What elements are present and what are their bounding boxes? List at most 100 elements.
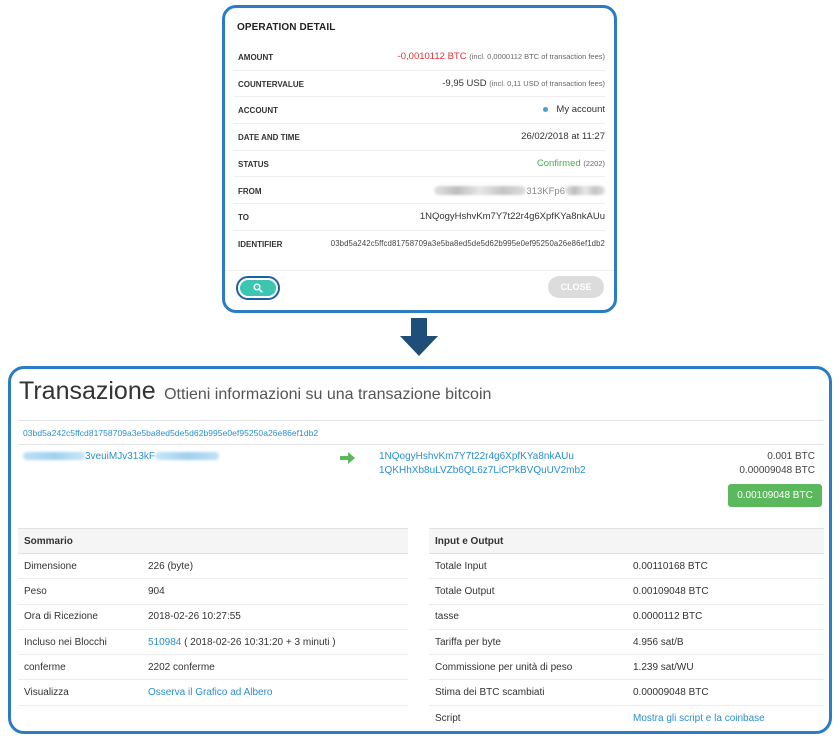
summary-table: Sommario Dimensione 226 (byte) Peso 904 … <box>18 528 408 706</box>
io-value: 0.00110168 BTC <box>627 553 824 580</box>
io-key: Totale Output <box>429 578 627 605</box>
output-address-1[interactable]: 1NQogyHshvKm7Y7t22r4g6XpfKYa8nkAUu <box>379 451 574 462</box>
table-row: Script Mostra gli script e la coinbase <box>429 705 824 730</box>
total-amount-badge[interactable]: 0.00109048 BTC <box>728 484 822 507</box>
summary-key: Incluso nei Blocchi <box>18 629 142 656</box>
countervalue-usd: -9,95 USD <box>442 77 487 89</box>
summary-value: Osserva il Grafico ad Albero <box>142 679 408 706</box>
tree-chart-link[interactable]: Osserva il Grafico ad Albero <box>148 687 273 698</box>
summary-value: 226 (byte) <box>142 553 408 580</box>
table-row: Dimensione 226 (byte) <box>18 553 408 580</box>
io-value: 0.0000112 BTC <box>627 604 824 630</box>
table-row: tasse 0.0000112 BTC <box>429 604 824 630</box>
account-row: ACCOUNT My account <box>233 97 605 125</box>
arrow-right-icon <box>340 452 355 464</box>
status-row: STATUS Confirmed (2202) <box>233 151 605 178</box>
summary-key: Dimensione <box>18 553 142 580</box>
table-row: Commissione per unità di peso 1.239 sat/… <box>429 654 824 681</box>
summary-key: Peso <box>18 578 142 605</box>
search-button[interactable] <box>236 276 280 300</box>
amount-value: -0,0010112 BTC (incl. 0,0000112 BTC of t… <box>398 51 605 62</box>
table-row: Ora di Ricezione 2018-02-26 10:27:55 <box>18 604 408 630</box>
countervalue-row: COUNTERVALUE -9,95 USD (incl. 0,11 USD o… <box>233 71 605 98</box>
status-value: Confirmed (2202) <box>537 158 605 169</box>
account-dot-icon <box>542 107 548 113</box>
identifier-label: IDENTIFIER <box>238 239 283 249</box>
page-heading: Transazione Ottieni informazioni su una … <box>19 377 491 406</box>
account-value[interactable]: My account <box>542 104 605 116</box>
status-confirmed: Confirmed <box>536 157 581 169</box>
datetime-row: DATE AND TIME 26/02/2018 at 11:27 <box>233 124 605 151</box>
from-address[interactable]: 3veuiMJv313kF <box>23 451 220 462</box>
io-heading: Input e Output <box>429 528 824 554</box>
io-key: Totale Input <box>429 553 627 580</box>
amount-label: AMOUNT <box>238 53 274 62</box>
io-key: Tariffa per byte <box>429 629 627 656</box>
table-row: Peso 904 <box>18 578 408 605</box>
amount-btc: -0,0010112 BTC <box>397 51 467 62</box>
status-confirmations: (2202) <box>583 158 605 168</box>
io-value: 0.00009048 BTC <box>627 679 824 706</box>
amount-fee-note: (incl. 0,0000112 BTC of transaction fees… <box>469 52 605 61</box>
io-table: Input e Output Totale Input 0.00110168 B… <box>429 528 824 731</box>
datetime-label: DATE AND TIME <box>238 133 300 143</box>
summary-value: 2018-02-26 10:27:55 <box>142 604 408 630</box>
table-row: Tariffa per byte 4.956 sat/B <box>429 629 824 656</box>
script-link[interactable]: Mostra gli script e la coinbase <box>633 713 765 724</box>
identifier-row: IDENTIFIER 03bd5a242c5ffcd81758709a3e5ba… <box>233 231 605 258</box>
io-value: 0.00109048 BTC <box>627 578 824 605</box>
to-row: TO 1NQogyHshvKm7Y7t22r4g6XpfKYa8nkAUu <box>233 204 605 231</box>
to-label: TO <box>238 213 249 223</box>
txid-link[interactable]: 03bd5a242c5ffcd81758709a3e5ba8ed5de5d62b… <box>23 428 318 438</box>
output-amount-2: 0.00009048 BTC <box>739 465 815 476</box>
summary-value: 510984 ( 2018-02-26 10:31:20 + 3 minuti … <box>142 629 408 656</box>
txid-bar: 03bd5a242c5ffcd81758709a3e5ba8ed5de5d62b… <box>18 420 824 445</box>
summary-heading: Sommario <box>18 528 408 554</box>
io-value: 1.239 sat/WU <box>627 654 824 681</box>
block-link[interactable]: 510984 <box>148 637 181 648</box>
search-button-fill <box>240 280 276 296</box>
output-address-2[interactable]: 1QKHhXb8uLVZb6QL6z7LiCPkBVQuUV2mb2 <box>379 465 586 476</box>
from-redacted-start <box>434 186 527 196</box>
identifier-value: 03bd5a242c5ffcd81758709a3e5ba8ed5de5d62b… <box>330 238 605 248</box>
io-key: Stima dei BTC scambiati <box>429 679 627 706</box>
io-key: tasse <box>429 604 627 630</box>
modal-title: OPERATION DETAIL <box>237 22 336 33</box>
summary-key: Ora di Ricezione <box>18 604 142 630</box>
countervalue-label: COUNTERVALUE <box>238 79 304 89</box>
block-time: ( 2018-02-26 10:31:20 + 3 minuti ) <box>184 636 336 648</box>
from-label: FROM <box>238 186 262 196</box>
account-name: My account <box>556 104 605 116</box>
close-button[interactable]: CLOSE <box>548 276 604 298</box>
from-address-redacted-end <box>155 452 220 461</box>
datetime-value: 26/02/2018 at 11:27 <box>521 131 605 143</box>
summary-value: 2202 conferme <box>142 654 408 681</box>
operation-detail-modal: OPERATION DETAIL AMOUNT -0,0010112 BTC (… <box>222 5 617 313</box>
table-row: Totale Output 0.00109048 BTC <box>429 578 824 605</box>
status-label: STATUS <box>238 159 269 169</box>
output-amount-1: 0.001 BTC <box>767 451 815 462</box>
from-visible-part: 313KFp6 <box>526 185 565 197</box>
transaction-page: Transazione Ottieni informazioni su una … <box>8 366 832 734</box>
io-value: 4.956 sat/B <box>627 629 824 656</box>
table-row: conferme 2202 conferme <box>18 654 408 681</box>
search-icon <box>253 283 263 293</box>
table-row: Totale Input 0.00110168 BTC <box>429 553 824 580</box>
modal-footer-divider <box>225 270 614 271</box>
from-value: 313KFp6 <box>434 186 605 197</box>
countervalue-fee-note: (incl. 0,11 USD of transaction fees) <box>489 78 605 88</box>
page-subtitle: Ottieni informazioni su una transazione … <box>164 386 492 403</box>
arrow-down-icon <box>400 318 438 356</box>
to-value: 1NQogyHshvKm7Y7t22r4g6XpfKYa8nkAUu <box>419 211 605 223</box>
io-key: Commissione per unità di peso <box>429 654 627 681</box>
from-address-visible: 3veuiMJv313kF <box>85 451 156 462</box>
io-value: Mostra gli script e la coinbase <box>627 705 824 730</box>
from-redacted-end <box>565 186 605 196</box>
page-title: Transazione <box>19 377 156 405</box>
countervalue-value: -9,95 USD (incl. 0,11 USD of transaction… <box>442 78 605 89</box>
from-address-redacted-start <box>23 452 85 461</box>
from-row: FROM 313KFp6 <box>233 178 605 205</box>
table-row: Visualizza Osserva il Grafico ad Albero <box>18 679 408 706</box>
summary-value: 904 <box>142 578 408 605</box>
table-row: Stima dei BTC scambiati 0.00009048 BTC <box>429 679 824 706</box>
